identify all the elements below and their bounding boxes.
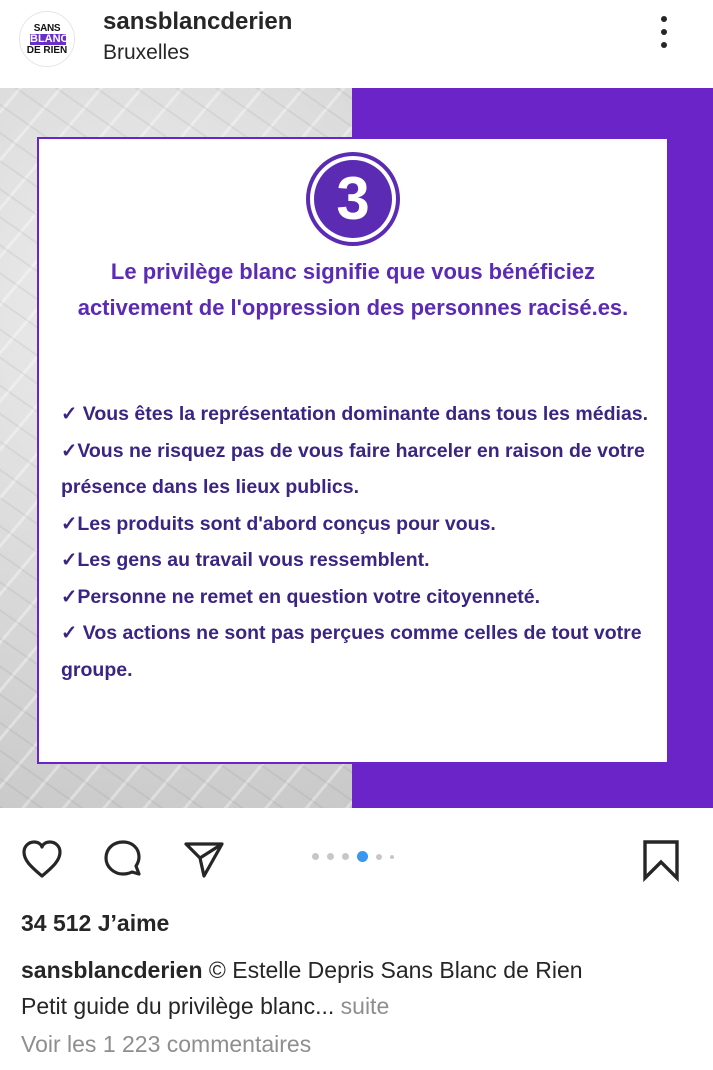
list-item: ✓Personne ne remet en question votre cit… [61, 585, 541, 608]
carousel-dot [376, 853, 382, 860]
carousel-dot-active [357, 851, 368, 863]
number-badge: 3 [306, 152, 400, 246]
list-item: ✓Les produits sont d'abord conçus pour v… [61, 512, 496, 535]
caption-line2: Petit guide du privilège blanc [21, 993, 316, 1019]
carousel-dot [312, 853, 319, 861]
avatar-text-blanc: BLANC [30, 33, 69, 45]
carousel-dot [342, 853, 349, 861]
list-item: ✓ Vos actions ne sont pas perçues comme … [61, 622, 642, 681]
list-item: ✓Les gens au travail vous ressemblent. [61, 549, 430, 571]
heart-icon[interactable] [20, 838, 64, 882]
caption-text: © Estelle Depris Sans Blanc de Rien [202, 957, 583, 983]
badge-number: 3 [314, 160, 392, 238]
caption-username[interactable]: sansblancderien [21, 957, 203, 983]
bookmark-icon[interactable] [640, 838, 684, 883]
send-icon[interactable] [182, 838, 226, 882]
carousel-dot [327, 853, 334, 861]
privilege-list: ✓ Vous êtes la représentation dominante … [61, 396, 651, 688]
comment-icon[interactable] [101, 838, 145, 882]
list-item: ✓ Vous êtes la représentation dominante … [61, 403, 649, 425]
more-vertical-icon[interactable] [652, 16, 676, 56]
headline: Le privilège blanc signifie que vous bén… [77, 259, 629, 320]
avatar-text-derien: DE RIEN [26, 45, 68, 56]
view-comments-link[interactable]: Voir les 1 223 commentaires [21, 1031, 311, 1058]
likes-count[interactable]: 34 512 J’aime [21, 910, 169, 937]
carousel-indicator [312, 848, 402, 866]
caption-more-link[interactable]: suite [334, 993, 390, 1019]
carousel-dot [390, 854, 394, 859]
location[interactable]: Bruxelles [103, 41, 189, 65]
caption-ellipsis: ... [315, 993, 335, 1019]
post-image[interactable]: 3 Le privilège blanc signifie que vous b… [0, 88, 713, 808]
caption: sansblancderien © Estelle Depris Sans Bl… [21, 952, 701, 1024]
post-header: SANS BLANC DE RIEN sansblancderien Bruxe… [0, 0, 713, 88]
avatar[interactable]: SANS BLANC DE RIEN [19, 11, 75, 67]
list-item: ✓Vous ne risquez pas de vous faire harce… [61, 439, 645, 499]
action-bar [0, 808, 713, 898]
username[interactable]: sansblancderien [103, 8, 292, 36]
